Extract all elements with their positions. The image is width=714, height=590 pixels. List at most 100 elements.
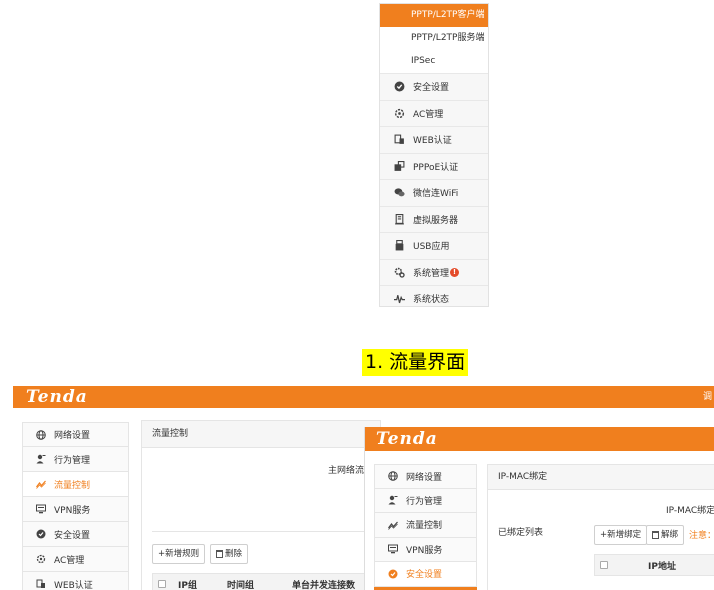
table-header: IP地址 [594,554,714,576]
sidebar-item-traffic[interactable]: 流量控制 [374,513,477,538]
ac-manage-icon [393,107,405,119]
column-header-ip-group: IP组 [178,580,197,590]
sidebar-item-label: 流量控制 [54,480,91,491]
sidebar-item-label: 安全设置 [54,530,91,541]
sidebar-item-label: VPN服务 [54,505,91,516]
sidebar-item-vpn[interactable]: VPN服务 [374,537,477,562]
shield-icon [393,81,405,93]
sidebar-item-label: 流量控制 [406,521,443,532]
menu-item-system-status[interactable]: 系统状态 [380,285,488,306]
top-bar-right-text: 调 [702,392,712,402]
root: PPTP/L2TP客户端 PPTP/L2TP服务端 IPSec 安全设置 AC管… [0,0,714,590]
user-behavior-icon [35,454,46,465]
vpn-icon [387,544,398,555]
menu-item-label: AC管理 [413,109,444,120]
note-text: 注意： [689,531,714,541]
column-header-ip: IP地址 [648,561,676,572]
usb-icon [393,240,405,252]
sidebar-item-behavior[interactable]: 行为管理 [22,447,129,472]
shield-icon [387,568,398,579]
sidebar-item-label: 行为管理 [54,455,91,466]
sidebar-item-ac-manage[interactable]: AC管理 [22,547,129,572]
delete-label: 删除 [225,549,243,559]
sidebar-item-vpn[interactable]: VPN服务 [22,497,129,522]
menu-item-web-auth[interactable]: WEB认证 [380,126,488,153]
sidebar-item-label: VPN服务 [406,545,443,556]
sidebar-item-behavior[interactable]: 行为管理 [374,488,477,513]
menu-item-virtual-server[interactable]: 虚拟服务器 [380,205,488,232]
user-behavior-icon [387,495,398,506]
menu-item-pppoe-auth[interactable]: PPPoE认证 [380,152,488,179]
sidebar-item-security[interactable]: 安全设置 [374,562,477,587]
menu-item-label: USB应用 [413,242,450,253]
sidebar-item-traffic[interactable]: 流量控制 [22,472,129,497]
traffic-control-panel: 流量控制 主网络流量 +新增规则 删除 IP组 时间组 单台并发连接数 [141,420,382,590]
submenu-pptp-server[interactable]: PPTP/L2TP服务端 [380,27,488,50]
pppoe-auth-icon [393,160,405,172]
panel-title: 流量控制 [142,421,380,448]
unbind-button[interactable]: 解绑 [646,525,685,545]
menu-item-ac-manage[interactable]: AC管理 [380,99,488,126]
menu-item-label: 微信连WiFi [413,189,459,200]
sidebar: 网络设置 行为管理 流量控制 VPN服务 安全设置 AC管理 WEB认证 [22,422,129,590]
shield-icon [35,529,46,540]
menu-item-label: PPPoE认证 [413,162,459,173]
router-screen-ipmac: Tenda 网络设置 行为管理 流量控制 VPN服务 安全设置 IP-MAC绑定… [364,427,714,590]
globe-icon [35,429,46,440]
menu-item-label: 系统状态 [413,295,450,306]
column-header-time-group: 时间组 [226,580,254,590]
menu-item-label: 系统管理 [413,268,450,279]
submenu-ipsec[interactable]: IPSec [380,50,488,73]
tenda-logo: Tenda [376,429,438,449]
menu-item-security[interactable]: 安全设置 [380,73,488,100]
ip-mac-panel: IP-MAC绑定 IP-MAC绑定 已绑定列表 +新增绑定 解绑 注意： IP地… [487,464,714,590]
pulse-icon [393,293,405,305]
alert-badge: ! [450,267,460,277]
menu-item-system-manage[interactable]: 系统管理 ! [380,258,488,285]
menu-item-label: WEB认证 [413,136,452,147]
vpn-icon [35,504,46,515]
sidebar-item-security[interactable]: 安全设置 [22,522,129,547]
add-rule-button[interactable]: +新增规则 [152,544,206,564]
sidebar-item-label: 行为管理 [406,496,443,507]
sidebar-item-label: WEB认证 [54,580,93,590]
select-all-checkbox[interactable] [158,580,166,588]
delete-button[interactable]: 删除 [210,544,249,564]
traffic-icon [35,479,46,490]
vpn-submenu-panel: PPTP/L2TP客户端 PPTP/L2TP服务端 IPSec 安全设置 AC管… [379,3,489,307]
sidebar-item-network[interactable]: 网络设置 [374,464,477,489]
bound-list-label: 已绑定列表 [498,528,544,538]
sidebar-item-web-auth[interactable]: WEB认证 [22,572,129,590]
virtual-server-icon [393,213,405,225]
menu-item-usb[interactable]: USB应用 [380,232,488,259]
tenda-logo: Tenda [26,387,88,407]
column-header-concurrent: 单台并发连接数 [291,580,355,590]
menu-item-label: 虚拟服务器 [413,215,459,226]
divider [152,531,377,532]
ip-mac-top-text: IP-MAC绑定 [666,506,714,516]
wechat-icon [393,187,405,199]
sidebar-item-label: AC管理 [54,555,85,566]
top-bar: Tenda [365,427,714,451]
submenu-pptp-client[interactable]: PPTP/L2TP客户端 [380,4,488,27]
sidebar-item-network[interactable]: 网络设置 [22,422,129,447]
ac-manage-icon [35,554,46,565]
menu-item-wechat-wifi[interactable]: 微信连WiFi [380,179,488,206]
unbind-label: 解绑 [661,530,679,540]
active-indicator-bar [374,586,477,590]
section-caption: 1. 流量界面 [362,349,469,376]
sidebar-item-label: 安全设置 [406,570,443,581]
panel-title: IP-MAC绑定 [488,465,714,490]
trash-icon [652,530,659,539]
system-gear-icon [393,266,405,278]
sidebar-item-label: 网络设置 [406,472,443,483]
add-binding-button[interactable]: +新增绑定 [594,525,648,545]
web-auth-icon [35,579,46,590]
sidebar-item-label: 网络设置 [54,431,91,441]
select-all-checkbox[interactable] [600,561,608,569]
globe-icon [387,471,398,482]
table-header: IP组 时间组 单台并发连接数 [152,573,382,590]
web-auth-icon [393,134,405,146]
trash-icon [216,549,223,558]
traffic-icon [387,519,398,530]
